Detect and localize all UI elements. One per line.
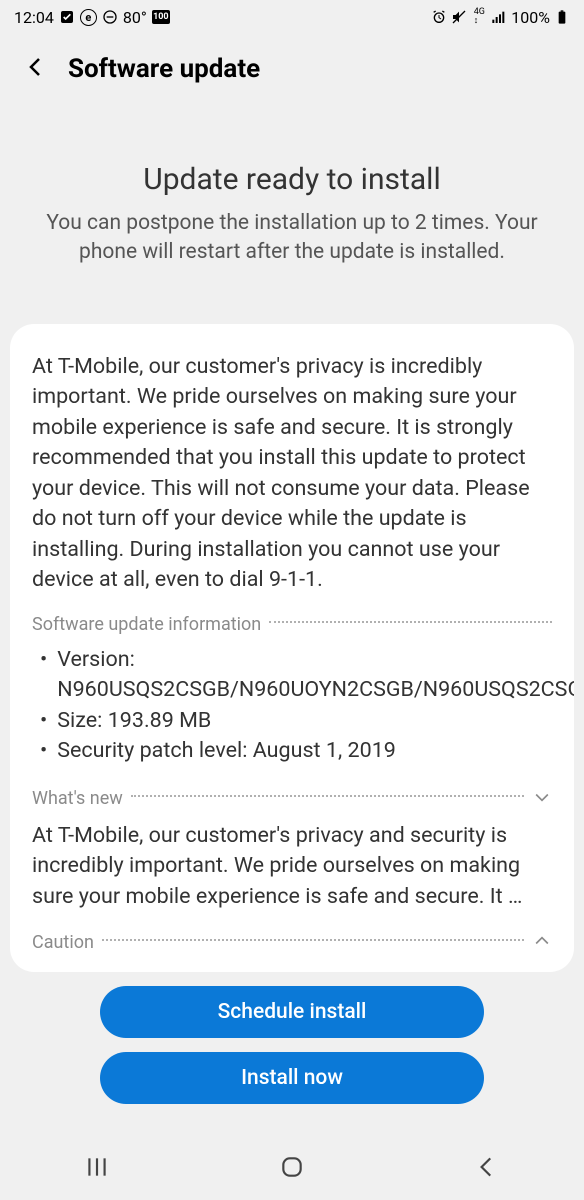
whats-new-label: What's new (32, 788, 123, 809)
info-section-header: Software update information (32, 614, 552, 635)
info-list: Version: N960USQS2CSGB/N960UOYN2CSGB/N96… (32, 645, 552, 767)
whats-new-text: At T-Mobile, our customer's privacy and … (32, 821, 552, 913)
dnd-icon (102, 9, 118, 25)
battery-icon (554, 9, 570, 25)
list-item: Size: 193.89 MB (36, 706, 552, 737)
signal-icon (491, 9, 507, 25)
list-item: Security patch level: August 1, 2019 (36, 736, 552, 767)
battery-percent: 100% (511, 8, 550, 27)
dotted-divider (269, 621, 552, 623)
app-header: Software update (0, 34, 584, 104)
status-left: 12:04 e 80° 100 (14, 8, 170, 27)
sub-title: You can postpone the installation up to … (28, 209, 556, 268)
caution-header[interactable]: Caution (32, 931, 552, 955)
info-section-label: Software update information (32, 614, 261, 635)
whats-new-header[interactable]: What's new (32, 787, 552, 811)
mute-icon (451, 9, 467, 25)
caution-label: Caution (32, 932, 94, 953)
home-button[interactable] (279, 1154, 305, 1184)
back-button[interactable] (24, 55, 48, 83)
list-item: Version: N960USQS2CSGB/N960UOYN2CSGB/N96… (36, 645, 552, 706)
main-title: Update ready to install (28, 162, 556, 197)
nav-back-button[interactable] (474, 1154, 500, 1184)
button-area: Schedule install Install now (0, 972, 584, 1118)
recents-button[interactable] (84, 1154, 110, 1184)
checkbox-icon (59, 9, 75, 25)
schedule-install-button[interactable]: Schedule install (100, 986, 484, 1038)
dotted-divider (131, 795, 524, 797)
title-block: Update ready to install You can postpone… (0, 104, 584, 298)
dotted-divider (102, 939, 524, 941)
page-title: Software update (68, 54, 260, 84)
e-icon: e (80, 9, 97, 26)
status-time: 12:04 (14, 8, 54, 27)
battery-100-icon: 100 (152, 10, 170, 24)
status-temp: 80° (123, 8, 147, 27)
nav-bar (0, 1138, 584, 1200)
intro-text: At T-Mobile, our customer's privacy is i… (32, 352, 552, 596)
chevron-up-icon (532, 931, 552, 955)
status-bar: 12:04 e 80° 100 4G↕ 100% (0, 0, 584, 34)
chevron-down-icon (532, 787, 552, 811)
update-card: At T-Mobile, our customer's privacy is i… (10, 324, 574, 972)
data-icon: 4G↕ (471, 9, 487, 25)
install-now-button[interactable]: Install now (100, 1052, 484, 1104)
alarm-icon (431, 9, 447, 25)
status-right: 4G↕ 100% (431, 8, 570, 27)
